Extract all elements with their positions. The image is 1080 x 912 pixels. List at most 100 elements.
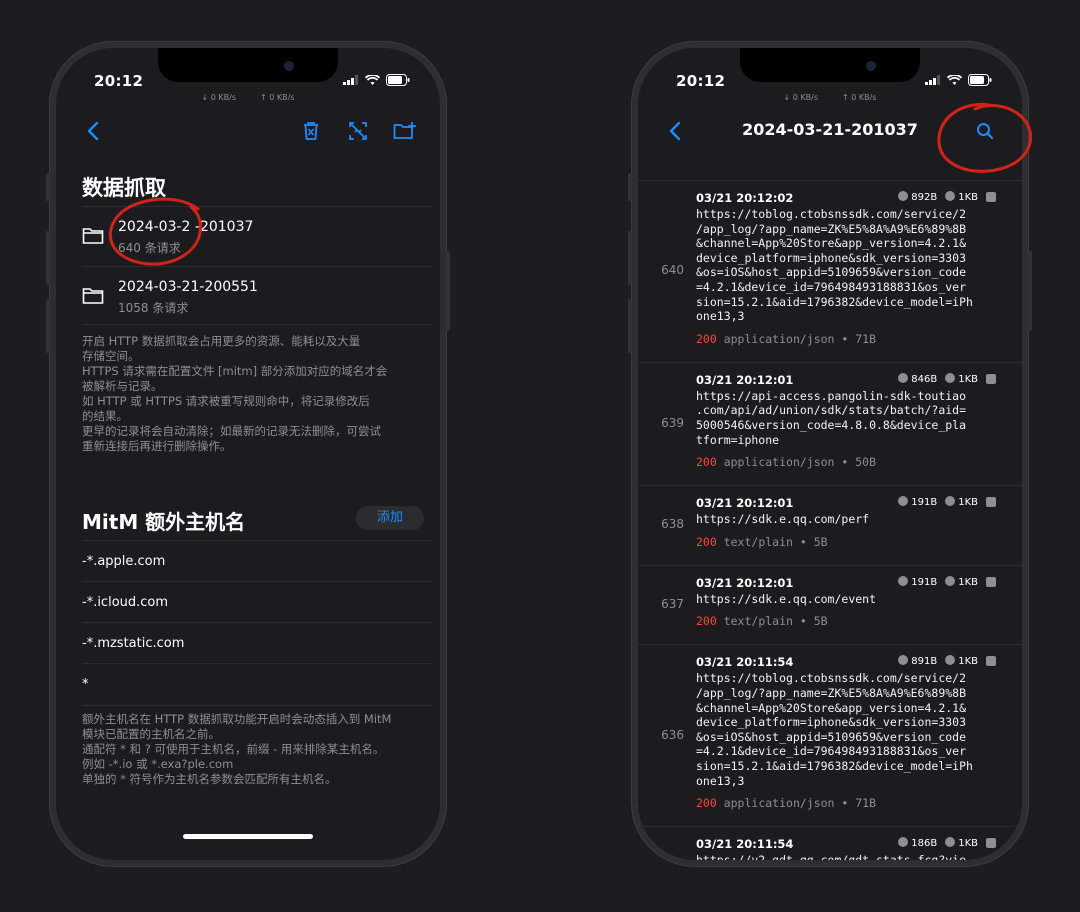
back-button[interactable] [80, 118, 106, 144]
silent-switch [46, 173, 50, 201]
response-size-value: 1KB [958, 373, 978, 385]
status-time: 20:12 [676, 72, 726, 90]
session-name: 2024-03-21-200551 [118, 279, 258, 295]
folder-icon [82, 288, 104, 304]
status-icons [343, 74, 410, 86]
request-size: 191B [898, 575, 938, 588]
battery-icon [968, 74, 992, 86]
method-badge-icon [986, 838, 996, 849]
request-row[interactable]: 638 03/21 20:12:01 191B 1KB https://sdk.e.qq… [638, 485, 1022, 565]
request-status-line: 200 text/plain • 5B [696, 535, 828, 549]
download-size-icon [945, 837, 956, 848]
upload-size-icon [898, 575, 909, 586]
request-meta: 191B 1KB [898, 496, 996, 508]
request-size: 191B [898, 496, 937, 508]
request-row[interactable]: 637 03/21 20:12:01 191B 1KB https://sdk.e.qq… [638, 564, 1022, 645]
upload-speed: ↑ 0 KB/s [260, 93, 295, 102]
host-item[interactable]: -*.mzstatic.com [82, 622, 432, 664]
disable-capture-button[interactable] [345, 118, 371, 144]
response-size: 1KB [945, 837, 978, 849]
left-screen: 20:12 ↓ 0 KB/s↑ 0 KB/s 数据抓取 2024-03-2 - [56, 48, 440, 860]
request-number: 637 [661, 597, 684, 612]
wifi-icon [365, 74, 380, 85]
content-type: application/json • 71B [716, 331, 877, 346]
request-number: 638 [661, 517, 684, 532]
power-button [446, 251, 450, 331]
volume-down-button [628, 299, 632, 353]
request-size-value: 186B [911, 838, 938, 850]
search-button[interactable] [972, 118, 998, 144]
trash-icon [304, 122, 318, 140]
method-badge-icon [986, 192, 996, 202]
notch [158, 48, 338, 82]
status-icons [925, 74, 992, 86]
upload-size-icon [898, 837, 909, 848]
request-size: 186B [898, 837, 937, 849]
request-status-line: 200 application/json • 71B [696, 332, 876, 346]
method-badge-icon [986, 576, 996, 587]
request-meta: 846B 1KB [898, 372, 996, 385]
status-time: 20:12 [94, 72, 144, 90]
home-indicator[interactable] [183, 834, 313, 839]
request-time: 03/21 20:12:01 [696, 575, 794, 590]
request-size: 891B [898, 655, 937, 667]
request-size-value: 191B [911, 497, 938, 509]
host-item[interactable]: -*.icloud.com [82, 581, 432, 623]
request-url: https://api-access.pangolin-sdk-toutiao … [696, 388, 967, 447]
upload-size-icon [898, 372, 909, 383]
request-size-value: 892B [911, 192, 938, 203]
folder-icon [82, 228, 104, 244]
request-list: 640 03/21 20:12:02 892B 1KB https://toblog.c… [638, 180, 1022, 860]
request-row[interactable]: 639 03/21 20:12:01 846B 1KB https://api-acce… [638, 361, 1022, 485]
request-row[interactable]: 636 03/21 20:11:54 891B 1KB https://toblog.c… [638, 644, 1022, 826]
new-folder-button[interactable] [392, 118, 418, 144]
session-item[interactable]: 2024-03-2 -201037 640 条请求 [82, 206, 432, 265]
upload-size-icon [898, 191, 909, 201]
left-phone: 20:12 ↓ 0 KB/s↑ 0 KB/s 数据抓取 2024-03-2 - [46, 41, 450, 867]
wifi-icon [947, 74, 962, 85]
host-item[interactable]: -*.apple.com [82, 540, 432, 582]
session-title: 2024-03-21-201037 [742, 120, 918, 139]
notch [740, 48, 920, 82]
download-size-icon [945, 191, 956, 201]
status-code: 200 [696, 796, 717, 811]
request-size-value: 191B [911, 576, 938, 588]
method-badge-icon [986, 373, 996, 384]
request-size-value: 846B [911, 373, 938, 385]
content-type: text/plain • 5B [716, 614, 828, 629]
nav-bar [56, 110, 440, 150]
status-code: 200 [696, 534, 717, 549]
response-size-value: 1KB [958, 192, 978, 203]
request-time: 03/21 20:12:01 [696, 372, 794, 387]
delete-button[interactable] [298, 118, 324, 144]
volume-up-button [46, 231, 50, 285]
method-badge-icon [986, 656, 996, 667]
request-status-line: 200 application/json • 71B [696, 796, 876, 810]
request-url: https://toblog.ctobsnssdk.com/service/2 … [696, 207, 973, 324]
request-row[interactable]: 640 03/21 20:12:02 892B 1KB https://toblog.c… [638, 180, 1022, 362]
response-size: 1KB [945, 496, 978, 508]
response-size: 1KB [945, 655, 978, 667]
content-type: application/json • 71B [716, 796, 877, 811]
request-status-line: 200 application/json • 50B [696, 455, 876, 469]
request-time: 03/21 20:11:54 [696, 837, 794, 852]
request-size: 892B [898, 191, 937, 203]
host-item[interactable]: * [82, 663, 432, 705]
request-meta: 186B 1KB [898, 837, 996, 849]
request-time: 03/21 20:11:54 [696, 655, 794, 670]
download-size-icon [945, 496, 956, 507]
net-speed: ↓ 0 KB/s ↑ 0 KB/s [638, 93, 1022, 102]
request-number: 640 [661, 263, 684, 278]
add-host-button[interactable]: 添加 [356, 506, 424, 530]
request-row[interactable]: 03/21 20:11:54 186B 1KB https://v2.gdt.qq.c… [638, 826, 1022, 860]
power-button [1028, 251, 1032, 331]
session-item[interactable]: 2024-03-21-200551 1058 条请求 [82, 266, 432, 325]
status-code: 200 [696, 331, 717, 346]
divider [82, 324, 432, 325]
request-number: 639 [661, 415, 684, 430]
request-size: 846B [898, 372, 938, 385]
response-size: 1KB [945, 191, 978, 203]
status-code: 200 [696, 614, 717, 629]
response-size: 1KB [945, 372, 978, 385]
capture-info: 开启 HTTP 数据抓取会占用更多的资源、能耗以及大量 存储空间。 HTTPS … [82, 334, 388, 453]
